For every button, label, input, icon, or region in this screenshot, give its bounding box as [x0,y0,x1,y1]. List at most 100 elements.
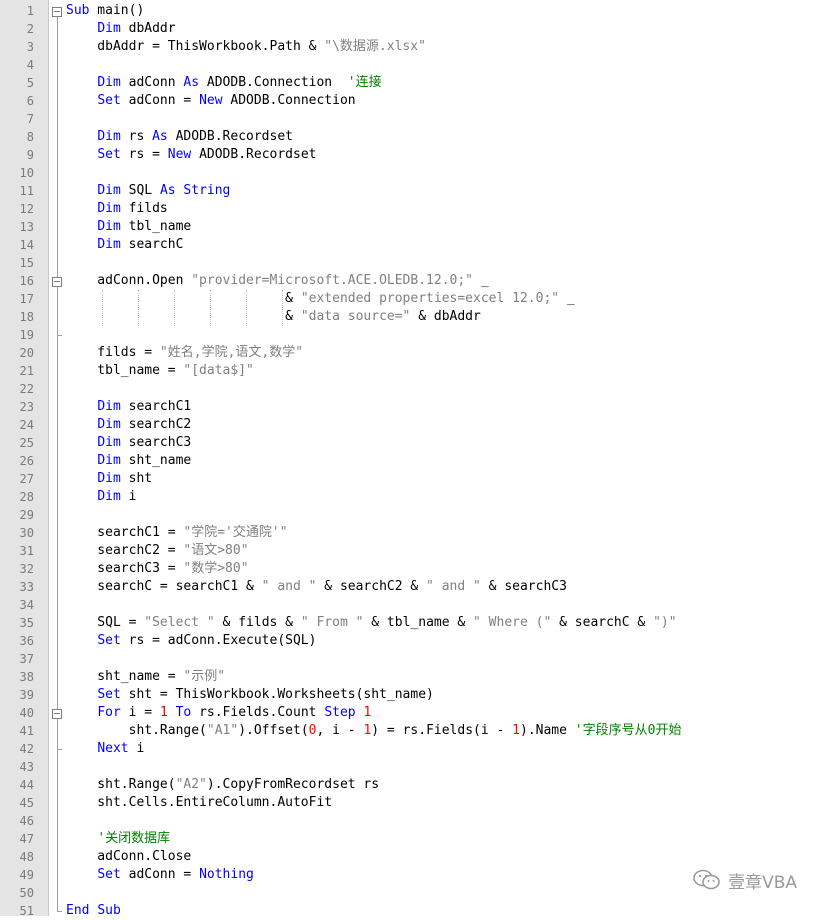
code-token: searchC3 [120,435,192,450]
code-line[interactable]: sht.Range("A1").Offset(0, i - 1) = rs.Fi… [66,722,682,740]
code-line[interactable]: Dim sht_name [66,452,191,470]
line-number: 39 [19,688,34,702]
code-line[interactable]: Set rs = adConn.Execute(SQL) [66,632,316,650]
code-line[interactable]: sht.Range("A2").CopyFromRecordset rs [66,776,379,794]
code-line[interactable]: For i = 1 To rs.Fields.Count Step 1 [66,704,371,722]
fold-toggle-sub[interactable] [52,7,62,17]
fold-toggle-open[interactable] [52,277,62,287]
line-number: 6 [26,94,34,108]
line-number: 1 [26,4,34,18]
fold-line-open [57,287,58,335]
code-line[interactable]: Dim searchC2 [66,416,191,434]
code-line[interactable]: searchC1 = "学院='交通院'" [66,524,287,542]
line-number: 27 [19,472,34,486]
code-line[interactable]: Dim searchC [66,236,183,254]
code-token: i [128,741,145,756]
code-line[interactable]: Dim tbl_name [66,218,191,236]
code-token: searchC2 [120,417,192,432]
code-line[interactable]: Dim searchC1 [66,398,191,416]
code-token: rs.Fields.Count [191,705,325,720]
code-line[interactable]: SQL = "Select " & filds & " From " & tbl… [66,614,677,632]
code-line[interactable]: searchC = searchC1 & " and " & searchC2 … [66,578,567,596]
code-line[interactable]: Set adConn = Nothing [66,866,254,884]
code-line[interactable]: Dim adConn As ADODB.Connection '连接 [66,74,381,92]
code-token: As [159,183,176,198]
code-line[interactable]: Dim rs As ADODB.Recordset [66,128,293,146]
line-number: 17 [19,292,34,306]
code-token: & tbl_name & [363,615,474,630]
code-line[interactable]: Dim dbAddr [66,20,176,38]
line-number: 24 [19,418,34,432]
code-token: sht.Range( [66,723,207,738]
code-line[interactable]: searchC3 = "数学>80" [66,560,249,578]
code-line[interactable]: Dim SQL As String [66,182,230,200]
line-number: 14 [19,238,34,252]
code-line[interactable]: Dim searchC3 [66,434,191,452]
code-line[interactable]: searchC2 = "语文>80" [66,542,248,560]
code-token: i = [120,705,160,720]
code-line[interactable]: adConn.Close [66,848,191,866]
line-number: 37 [19,652,34,666]
code-line[interactable]: sht_name = "示例" [66,668,225,686]
code-editor[interactable]: 1 2 3 4 5 6 7 8 9 10 11 12 13 14 15 16 17 18 19 20 21 22 23 24 2… [0,0,821,918]
line-number: 45 [19,796,34,810]
code-token: adConn = [120,867,200,882]
code-line[interactable]: Next i [66,740,144,758]
line-number: 25 [19,436,34,450]
code-line[interactable]: Set rs = New ADODB.Recordset [66,146,316,164]
line-number: 28 [19,490,34,504]
code-line[interactable]: Dim sht [66,470,152,488]
code-line[interactable]: Dim i [66,488,136,506]
code-line[interactable]: Dim filds [66,200,167,218]
code-line[interactable]: tbl_name = "[data$]" [66,362,254,380]
line-number: 26 [19,454,34,468]
code-token: "数学>80" [183,561,249,576]
code-token: rs = adConn.Execute(SQL) [120,633,317,648]
code-token: " and " [261,579,317,594]
code-token: ")" [653,615,677,630]
code-token: ).Name [520,723,575,738]
line-number: 21 [19,364,34,378]
code-line[interactable]: Set adConn = New ADODB.Connection [66,92,355,110]
code-token: Set [97,93,121,108]
fold-toggle-for[interactable] [52,709,62,719]
line-number: 15 [19,256,34,270]
code-token: sht [120,471,153,486]
code-token: Dim [97,219,121,234]
code-token: searchC = searchC1 & [66,579,262,594]
line-number: 35 [19,616,34,630]
line-number: 9 [26,148,34,162]
code-line[interactable]: & "extended properties=excel 12.0;" _ [66,290,575,308]
line-number: 42 [19,742,34,756]
line-number: 10 [19,166,34,180]
line-number: 11 [19,184,34,198]
code-line[interactable]: '关闭数据库 [66,830,170,848]
code-line[interactable]: End Sub [66,902,121,920]
code-token: To [175,705,192,720]
code-token: Dim [97,417,121,432]
indent-guide [102,290,103,326]
code-line[interactable]: sht.Cells.EntireColumn.AutoFit [66,794,332,812]
code-line[interactable]: filds = "姓名,学院,语文,数学" [66,344,303,362]
code-line[interactable]: adConn.Open "provider=Microsoft.ACE.OLED… [66,272,488,290]
code-token: "\数据源.xlsx" [324,39,426,54]
code-line[interactable]: dbAddr = ThisWorkbook.Path & "\数据源.xlsx" [66,38,426,56]
line-number: 23 [19,400,34,414]
code-line[interactable]: Set sht = ThisWorkbook.Worksheets(sht_na… [66,686,434,704]
code-token: ) = rs.Fields(i - [371,723,513,738]
code-line[interactable]: Sub main() [66,2,144,20]
code-line[interactable]: & "data source=" & dbAddr [66,308,481,326]
code-token: sht.Range( [66,777,176,792]
code-token: dbAddr [120,21,176,36]
line-number: 18 [19,310,34,324]
